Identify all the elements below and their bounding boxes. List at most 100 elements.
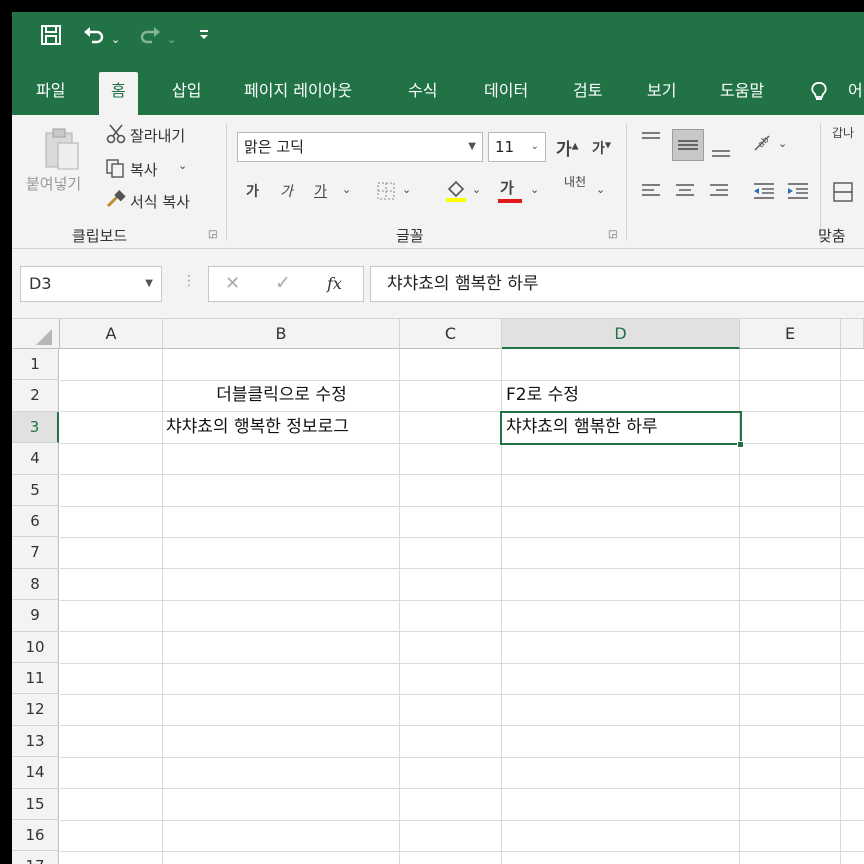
cancel-button[interactable]: ✕ xyxy=(225,273,240,294)
copy-button[interactable]: 복사 xyxy=(130,159,158,180)
row-header-14[interactable]: 14 xyxy=(12,757,59,789)
fill-color-dropdown-icon[interactable]: ⌄ xyxy=(472,183,481,196)
orientation-dropdown-icon[interactable]: ⌄ xyxy=(778,137,787,150)
clipboard-launcher-icon[interactable]: ◲ xyxy=(208,229,217,240)
format-painter-icon[interactable] xyxy=(105,190,127,214)
undo-dropdown-icon[interactable]: ⌄ xyxy=(111,29,120,51)
tab-formulas[interactable]: 수식 xyxy=(408,72,437,115)
gridline xyxy=(60,662,864,664)
font-launcher-icon[interactable]: ◲ xyxy=(608,229,617,240)
align-bottom-icon[interactable] xyxy=(710,141,732,165)
tab-home[interactable]: 홈 xyxy=(99,72,138,115)
column-header-f[interactable] xyxy=(841,319,864,349)
gridline xyxy=(60,694,864,695)
border-dropdown-icon[interactable]: ⌄ xyxy=(402,183,411,196)
row-header-10[interactable]: 10 xyxy=(12,631,59,663)
font-color-dropdown-icon[interactable]: ⌄ xyxy=(530,183,539,196)
gridline xyxy=(60,788,864,790)
fill-handle[interactable] xyxy=(737,441,744,448)
border-icon[interactable] xyxy=(376,181,396,205)
column-header-a[interactable]: A xyxy=(60,319,163,349)
row-header-1[interactable]: 1 xyxy=(12,349,59,381)
copy-icon[interactable] xyxy=(105,158,125,182)
tab-review[interactable]: 검토 xyxy=(573,72,602,115)
column-header-d[interactable]: D xyxy=(502,319,740,349)
row-header-11[interactable]: 11 xyxy=(12,663,59,695)
drag-handle-icon[interactable]: ⋮ xyxy=(182,273,196,289)
undo-icon[interactable] xyxy=(82,24,106,52)
italic-button[interactable]: 가 xyxy=(280,181,293,201)
align-top-icon[interactable] xyxy=(640,129,662,153)
phonetic-dropdown-icon[interactable]: ⌄ xyxy=(596,183,605,196)
tell-me-search[interactable]: 어 xyxy=(848,72,863,115)
gridline xyxy=(60,537,864,538)
row-header-8[interactable]: 8 xyxy=(12,568,59,601)
row-header-7[interactable]: 7 xyxy=(12,537,59,569)
enter-button[interactable]: ✓ xyxy=(275,272,291,294)
font-size-dropdown[interactable]: 11 ⌄ xyxy=(488,132,546,162)
gridline xyxy=(840,349,841,864)
redo-icon[interactable] xyxy=(138,24,162,52)
ribbon-tabs: 파일 홈 삽입 페이지 레이아웃 수식 데이터 검토 보기 도움말 어 xyxy=(12,60,864,115)
save-icon[interactable] xyxy=(40,24,62,52)
row-header-4[interactable]: 4 xyxy=(12,443,59,475)
tab-file[interactable]: 파일 xyxy=(36,72,65,115)
name-box[interactable]: D3 ▼ xyxy=(20,266,162,302)
row-header-2[interactable]: 2 xyxy=(12,380,59,412)
column-header-c[interactable]: C xyxy=(400,319,502,349)
wrap-text-button[interactable]: 갑나 xyxy=(832,127,854,140)
row-header-5[interactable]: 5 xyxy=(12,474,59,506)
tab-view[interactable]: 보기 xyxy=(647,72,676,115)
paste-button[interactable]: 붙여넣기 xyxy=(26,173,81,194)
merge-icon[interactable] xyxy=(832,181,854,207)
lightbulb-icon[interactable] xyxy=(810,72,828,115)
tab-insert[interactable]: 삽입 xyxy=(172,72,201,115)
scissors-icon[interactable] xyxy=(105,123,127,149)
formula-input[interactable]: 챠챠쵸의 햄복한 하루 xyxy=(370,266,864,302)
increase-indent-icon[interactable] xyxy=(786,181,810,205)
column-header-e[interactable]: E xyxy=(740,319,841,349)
tab-help[interactable]: 도움말 xyxy=(720,72,764,115)
tab-page-layout[interactable]: 페이지 레이아웃 xyxy=(244,72,352,115)
worksheet-grid[interactable]: A B C D E 1 2 3 4 5 6 7 8 9 10 11 12 13 … xyxy=(12,319,864,864)
font-color-button[interactable]: 가 xyxy=(498,177,522,203)
tab-data[interactable]: 데이터 xyxy=(484,72,528,115)
underline-dropdown-icon[interactable]: ⌄ xyxy=(342,183,351,196)
customize-icon[interactable] xyxy=(198,26,210,48)
row-header-3[interactable]: 3 xyxy=(12,411,59,444)
fill-color-icon[interactable] xyxy=(444,177,468,207)
phonetic-button[interactable]: 내천 xyxy=(564,175,586,189)
insert-function-button[interactable]: fx xyxy=(327,274,342,293)
align-middle-icon[interactable] xyxy=(672,129,704,161)
format-painter-button[interactable]: 서식 복사 xyxy=(130,191,190,212)
decrease-indent-icon[interactable] xyxy=(752,181,776,205)
font-name-dropdown[interactable]: 맑은 고딕 ▼ xyxy=(237,132,483,162)
ribbon-home: 붙여넣기 잘라내기 복사 ⌄ 서식 복사 클립보드 ◲ 맑은 고딕 ▼ 11 ⌄… xyxy=(12,115,864,249)
cell-b2[interactable]: 더블클릭으로 수정 xyxy=(163,380,400,411)
align-right-icon[interactable] xyxy=(708,181,730,205)
row-header-15[interactable]: 15 xyxy=(12,788,59,820)
bold-button[interactable]: 가 xyxy=(246,181,259,201)
grow-font-button[interactable]: 가▲ xyxy=(556,135,579,160)
row-header-16[interactable]: 16 xyxy=(12,820,59,852)
row-header-13[interactable]: 13 xyxy=(12,725,59,758)
underline-button[interactable]: 가 xyxy=(314,181,327,201)
shrink-font-button[interactable]: 가▼ xyxy=(592,138,611,158)
row-header-9[interactable]: 9 xyxy=(12,600,59,632)
copy-dropdown-icon[interactable]: ⌄ xyxy=(178,159,187,172)
align-left-icon[interactable] xyxy=(640,181,662,205)
gridline xyxy=(60,505,864,507)
cell-d2[interactable]: F2로 수정 xyxy=(506,380,579,411)
cell-b3[interactable]: 챠챠쵸의 행복한 정보로그 xyxy=(166,412,349,443)
selected-cell-border xyxy=(500,411,742,445)
align-center-icon[interactable] xyxy=(674,181,696,205)
column-header-b[interactable]: B xyxy=(163,319,400,349)
cut-button[interactable]: 잘라내기 xyxy=(130,125,185,146)
redo-dropdown-icon[interactable]: ⌄ xyxy=(167,29,176,51)
paste-icon[interactable] xyxy=(42,127,82,175)
select-all-button[interactable] xyxy=(12,319,60,349)
row-header-17[interactable]: 17 xyxy=(12,851,59,864)
row-header-12[interactable]: 12 xyxy=(12,694,59,726)
orientation-icon[interactable]: ab xyxy=(752,133,774,157)
row-header-6[interactable]: 6 xyxy=(12,506,59,538)
